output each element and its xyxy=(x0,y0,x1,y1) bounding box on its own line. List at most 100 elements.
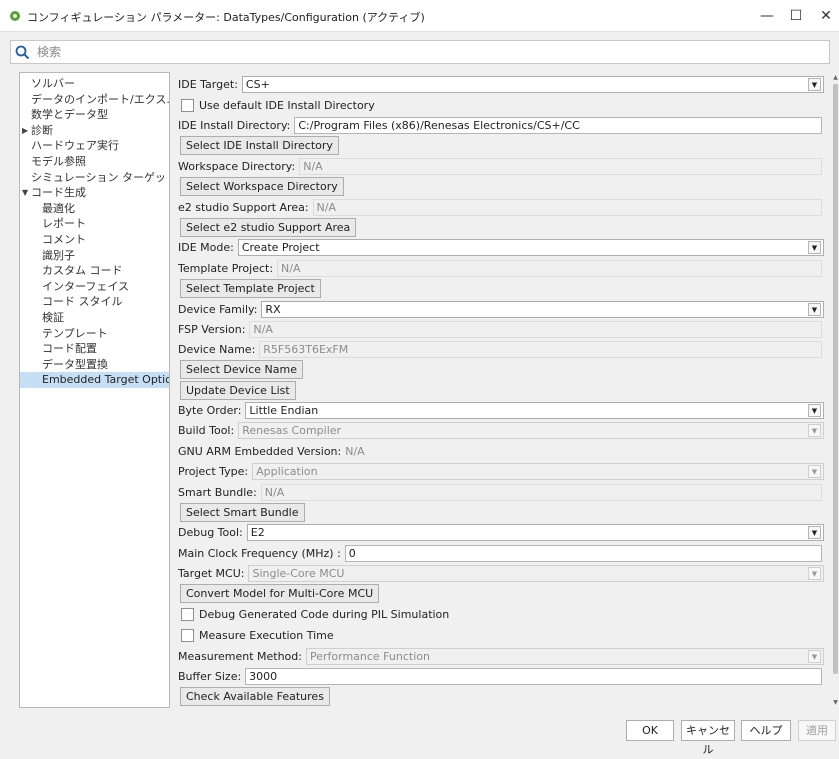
device-family-row: Device Family: RX ▼ xyxy=(175,300,824,318)
workspace-dir-field: N/A xyxy=(299,157,822,175)
use-default-ide-checkbox[interactable] xyxy=(181,98,194,112)
measurement-method-value: Performance Function xyxy=(309,649,430,663)
update-device-list-button[interactable]: Update Device List xyxy=(180,380,296,400)
tree-item-report[interactable]: レポート xyxy=(20,216,169,232)
dropdown-arrow-icon: ▼ xyxy=(808,240,821,254)
select-template-project-button[interactable]: Select Template Project xyxy=(180,278,321,298)
debug-tool-dropdown[interactable]: E2 ▼ xyxy=(246,523,824,541)
measure-execution-time-checkbox[interactable] xyxy=(181,628,194,642)
main-clock-row: Main Clock Frequency (MHz) : 0 xyxy=(175,544,822,562)
select-device-name-button[interactable]: Select Device Name xyxy=(180,359,303,379)
search-icon xyxy=(15,45,30,60)
convert-model-row: Convert Model for Multi-Core MCU xyxy=(175,583,380,603)
tree-item-label: 診断 xyxy=(31,123,53,137)
scroll-down-icon[interactable]: ▼ xyxy=(832,699,839,706)
tree-item-label: シミュレーション ターゲット xyxy=(31,170,170,184)
tree-item-code-generation[interactable]: ▼ コード生成 xyxy=(20,185,169,201)
collapse-icon[interactable]: ▼ xyxy=(22,185,28,201)
dropdown-arrow-icon: ▼ xyxy=(808,464,821,478)
byte-order-value: Little Endian xyxy=(249,403,319,417)
tree-item-code-style[interactable]: コード スタイル xyxy=(20,294,169,310)
device-name-field: R5F563T6ExFM xyxy=(259,340,822,358)
tree-item-optimization[interactable]: 最適化 xyxy=(20,201,169,217)
use-default-ide-label: Use default IDE Install Directory xyxy=(199,98,375,112)
tree-item-code-placement[interactable]: コード配置 xyxy=(20,341,169,357)
fsp-version-label: FSP Version: xyxy=(178,322,246,336)
tree-item-data-type-replacement[interactable]: データ型置換 xyxy=(20,357,169,373)
scroll-up-icon[interactable]: ▲ xyxy=(832,74,839,81)
use-default-ide-row: Use default IDE Install Directory xyxy=(175,96,375,114)
tree-item-verification[interactable]: 検証 xyxy=(20,310,169,326)
dropdown-arrow-icon: ▼ xyxy=(808,302,821,316)
tree-item-diagnostics[interactable]: ▶ 診断 xyxy=(20,123,169,139)
debug-pil-row: Debug Generated Code during PIL Simulati… xyxy=(175,605,449,623)
main-clock-label: Main Clock Frequency (MHz) : xyxy=(178,546,341,560)
tree-item-label: 識別子 xyxy=(42,248,75,262)
tree-item-label: 数学とデータ型 xyxy=(31,108,108,122)
tree-item-identifiers[interactable]: 識別子 xyxy=(20,248,169,264)
device-family-dropdown[interactable]: RX ▼ xyxy=(261,300,824,318)
byte-order-dropdown[interactable]: Little Endian ▼ xyxy=(245,401,824,419)
settings-panel: IDE Target: CS+ ▼ Use default IDE Install… xyxy=(175,72,830,708)
dropdown-arrow-icon: ▼ xyxy=(808,77,821,91)
tree-item-label: ソルバー xyxy=(31,77,75,90)
dropdown-arrow-icon: ▼ xyxy=(808,403,821,417)
search-input[interactable] xyxy=(35,42,815,62)
gnu-arm-label: GNU ARM Embedded Version: xyxy=(178,444,342,458)
tree-item-data-import-export[interactable]: データのインポート/エクス... xyxy=(20,92,169,108)
scrollbar-thumb[interactable] xyxy=(833,84,838,674)
debug-pil-label: Debug Generated Code during PIL Simulati… xyxy=(199,607,450,621)
check-available-features-button[interactable]: Check Available Features xyxy=(180,686,330,706)
target-mcu-label: Target MCU: xyxy=(178,566,245,580)
project-type-dropdown: Application ▼ xyxy=(252,462,824,480)
tree-item-label: インターフェイス xyxy=(42,279,130,293)
select-e2-support-area-button[interactable]: Select e2 studio Support Area xyxy=(180,217,357,237)
tree-item-label: データのインポート/エクス... xyxy=(31,92,170,106)
tree-item-simulation-target[interactable]: シミュレーション ターゲット xyxy=(20,170,169,186)
ide-install-dir-field[interactable]: C:/Program Files (x86)/Renesas Electroni… xyxy=(294,116,822,134)
close-button[interactable]: ✕ xyxy=(806,4,839,28)
e2-support-field: N/A xyxy=(312,198,822,216)
byte-order-label: Byte Order: xyxy=(178,403,242,417)
tree-item-interface[interactable]: インターフェイス xyxy=(20,279,169,295)
ide-target-row: IDE Target: CS+ ▼ xyxy=(175,75,824,93)
tree-item-math-data-types[interactable]: 数学とデータ型 xyxy=(20,107,169,123)
ide-mode-dropdown[interactable]: Create Project ▼ xyxy=(237,238,824,256)
window-title: コンフィギュレーション パラメーター: DataTypes/Configurat… xyxy=(27,11,425,24)
tree-item-hardware-implementation[interactable]: ハードウェア実行 xyxy=(20,138,169,154)
select-smart-bundle-button[interactable]: Select Smart Bundle xyxy=(180,502,305,522)
tree-item-label: レポート xyxy=(42,217,86,231)
ide-install-dir-row: IDE Install Directory: C:/Program Files … xyxy=(175,116,822,134)
panel-scrollbar[interactable]: ▲ ▼ xyxy=(832,72,839,708)
select-ide-dir-row: Select IDE Install Directory xyxy=(175,135,339,155)
buffer-size-field[interactable]: 3000 xyxy=(245,667,822,685)
tree-item-custom-code[interactable]: カスタム コード xyxy=(20,263,169,279)
buffer-size-row: Buffer Size: 3000 xyxy=(175,667,822,685)
expand-icon[interactable]: ▶ xyxy=(22,123,28,139)
tree-item-model-referencing[interactable]: モデル参照 xyxy=(20,154,169,170)
tree-item-templates[interactable]: テンプレート xyxy=(20,326,169,342)
tree-item-embedded-target-options[interactable]: Embedded Target Options xyxy=(20,372,169,388)
e2-support-row: e2 studio Support Area: N/A xyxy=(175,198,822,216)
tree-item-label: コード配置 xyxy=(42,342,97,356)
ide-mode-value: Create Project xyxy=(241,240,320,254)
tree-item-comments[interactable]: コメント xyxy=(20,232,169,248)
main-clock-field[interactable]: 0 xyxy=(344,544,822,562)
debug-pil-checkbox[interactable] xyxy=(181,607,194,621)
smart-bundle-field: N/A xyxy=(260,483,822,501)
tree-item-label: モデル参照 xyxy=(31,154,86,168)
measurement-method-row: Measurement Method: Performance Function… xyxy=(175,647,824,665)
device-name-label: Device Name: xyxy=(178,342,256,356)
tree-item-solver[interactable]: ソルバー xyxy=(20,76,169,92)
ide-target-dropdown[interactable]: CS+ ▼ xyxy=(241,75,824,93)
select-ide-install-dir-button[interactable]: Select IDE Install Directory xyxy=(180,135,339,155)
select-workspace-dir-button[interactable]: Select Workspace Directory xyxy=(180,176,344,196)
debug-tool-row: Debug Tool: E2 ▼ xyxy=(175,523,824,541)
workspace-dir-label: Workspace Directory: xyxy=(178,159,296,173)
convert-model-multicore-button[interactable]: Convert Model for Multi-Core MCU xyxy=(180,583,380,603)
tree-item-label: コメント xyxy=(42,232,86,246)
debug-tool-label: Debug Tool: xyxy=(178,525,243,539)
target-mcu-value: Single-Core MCU xyxy=(252,566,345,580)
select-template-row: Select Template Project xyxy=(175,278,321,298)
tree-item-label: カスタム コード xyxy=(42,264,123,278)
